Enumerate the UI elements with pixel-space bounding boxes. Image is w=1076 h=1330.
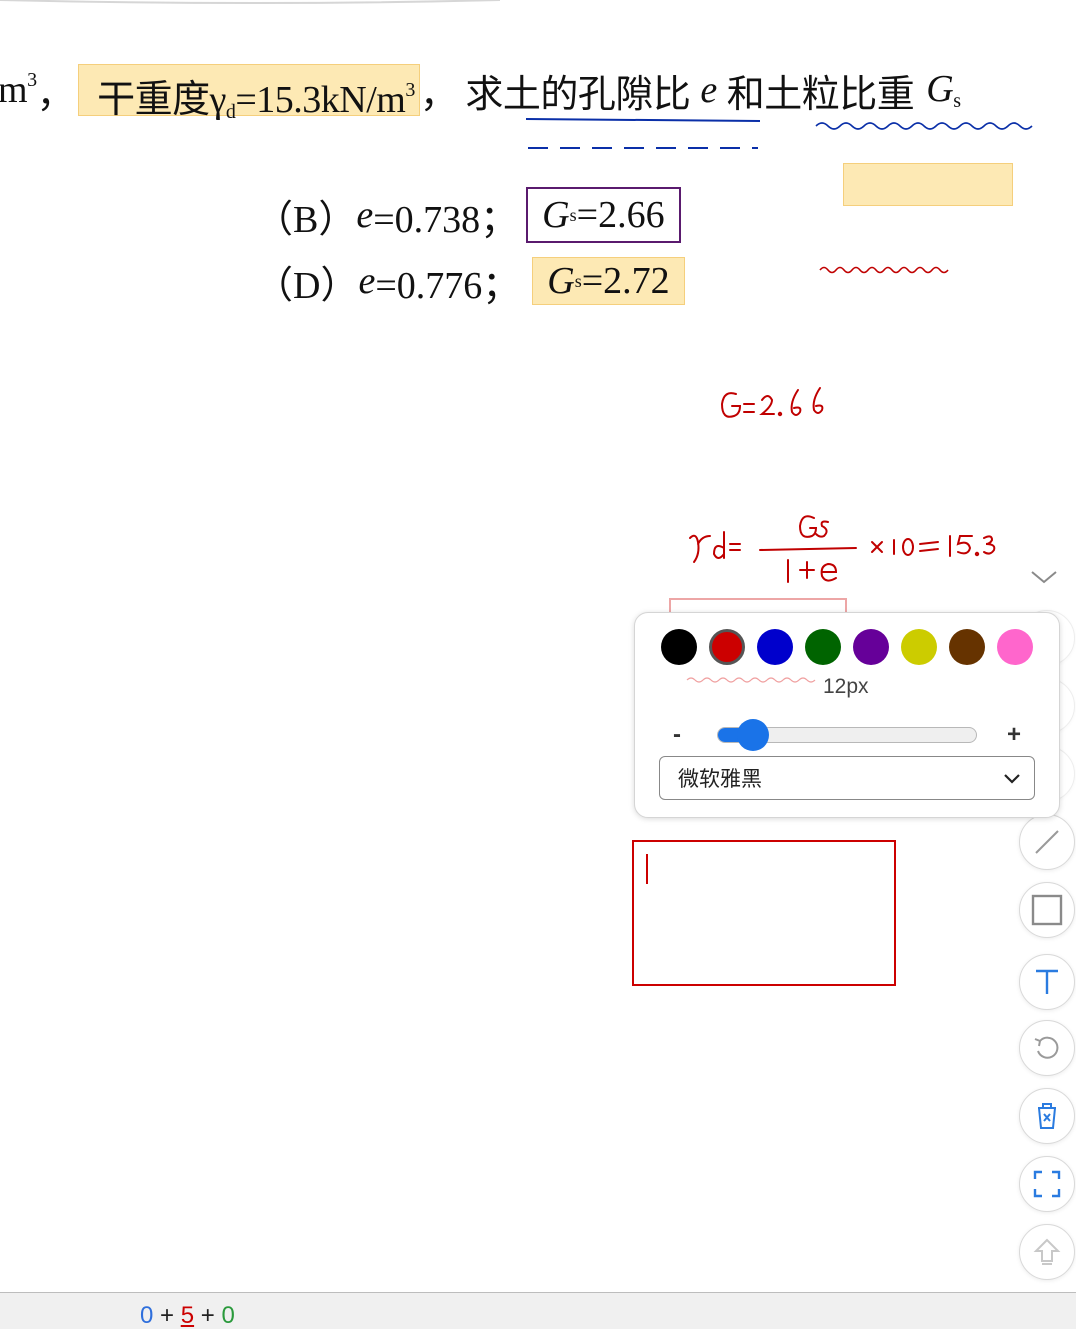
option-b: （B） e =0.738； Gs =2.66 bbox=[255, 187, 681, 243]
chevron-down-icon[interactable] bbox=[1030, 568, 1058, 586]
count-1: 0 bbox=[140, 1302, 154, 1329]
text-icon bbox=[1036, 969, 1058, 994]
question-line: m3 ， 干重度γd=15.3kN/m3 ， 求土的孔隙比 e 和土粒比重 Gs bbox=[0, 62, 961, 123]
e-value: =0.738； bbox=[373, 198, 519, 241]
ask-specific-gravity-text: 和土粒比重 bbox=[726, 73, 915, 116]
size-slider-thumb[interactable] bbox=[737, 719, 769, 751]
dry-unit-weight-highlight: 干重度γd=15.3kN/m3 bbox=[78, 64, 420, 123]
gs-highlighted-answer: Gs =2.72 bbox=[532, 257, 685, 305]
swatch-yellow[interactable] bbox=[901, 629, 937, 665]
comma: ， bbox=[419, 73, 458, 116]
font-family-select[interactable]: 微软雅黑 bbox=[659, 756, 1035, 800]
tool-undo[interactable] bbox=[1019, 1020, 1075, 1076]
option-d: （D） e =0.776； Gs =2.72 bbox=[255, 256, 685, 307]
tool-rectangle[interactable] bbox=[1019, 882, 1075, 938]
e-value: =0.776； bbox=[375, 264, 521, 307]
top-frame-edge bbox=[0, 0, 501, 4]
e-symbol: e bbox=[358, 260, 376, 302]
swatch-pink[interactable] bbox=[997, 629, 1033, 665]
pen-settings-panel: 12px - + 微软雅黑 bbox=[634, 612, 1060, 818]
tool-upload[interactable] bbox=[1019, 1224, 1075, 1280]
chevron-down-icon bbox=[1004, 774, 1020, 784]
swatch-blue[interactable] bbox=[757, 629, 793, 665]
swatch-black[interactable] bbox=[661, 629, 697, 665]
delete-icon bbox=[1038, 1103, 1056, 1129]
tool-text[interactable] bbox=[1019, 954, 1075, 1010]
unit-fragment: m3 bbox=[0, 69, 37, 111]
text-caret bbox=[646, 854, 648, 884]
plus-sign: + bbox=[194, 1302, 222, 1329]
e-symbol: e bbox=[356, 194, 374, 236]
faint-wavy-stroke bbox=[686, 677, 816, 683]
tool-fullscreen[interactable] bbox=[1019, 1156, 1075, 1212]
red-wavy-underline bbox=[819, 266, 949, 274]
highlight-rectangle[interactable] bbox=[843, 163, 1013, 206]
count-2[interactable]: 5 bbox=[181, 1302, 194, 1329]
size-decrease-button[interactable]: - bbox=[673, 721, 681, 749]
swatch-purple[interactable] bbox=[853, 629, 889, 665]
undo-icon bbox=[1034, 1036, 1059, 1059]
swatch-green[interactable] bbox=[805, 629, 841, 665]
tool-line[interactable] bbox=[1019, 814, 1075, 870]
tool-delete[interactable] bbox=[1019, 1088, 1075, 1144]
upload-icon bbox=[1033, 1238, 1061, 1265]
gs-boxed-answer: Gs =2.66 bbox=[526, 187, 681, 243]
swatch-brown[interactable] bbox=[949, 629, 985, 665]
text-input-box[interactable] bbox=[632, 840, 896, 986]
pen-size-label: 12px bbox=[823, 675, 869, 698]
ask-void-ratio-text: 求土的孔隙比 bbox=[465, 73, 691, 116]
option-label: （D） bbox=[255, 264, 359, 307]
comma: ， bbox=[36, 73, 75, 116]
size-increase-button[interactable]: + bbox=[1007, 721, 1021, 749]
option-label: （B） bbox=[255, 198, 357, 241]
plus-sign: + bbox=[153, 1302, 181, 1329]
dry-unit-weight-label: 干重度γ bbox=[97, 79, 226, 121]
e-symbol: e bbox=[700, 69, 717, 111]
handwritten-g-equals-2-66 bbox=[720, 387, 824, 418]
score-counter: 0 + 5 + 0 bbox=[140, 1302, 235, 1330]
swatch-red[interactable] bbox=[709, 629, 745, 665]
line-icon bbox=[1035, 830, 1059, 854]
blue-underline-annotations bbox=[525, 118, 1033, 149]
handwritten-dry-unit-weight-formula bbox=[689, 515, 996, 583]
fullscreen-icon bbox=[1033, 1170, 1061, 1198]
bottom-status-bar: 0 + 5 + 0 bbox=[0, 1292, 1076, 1329]
count-3: 0 bbox=[221, 1302, 235, 1329]
rectangle-icon bbox=[1031, 894, 1063, 926]
font-select-value: 微软雅黑 bbox=[678, 767, 762, 791]
gs-symbol: Gs bbox=[926, 68, 961, 112]
